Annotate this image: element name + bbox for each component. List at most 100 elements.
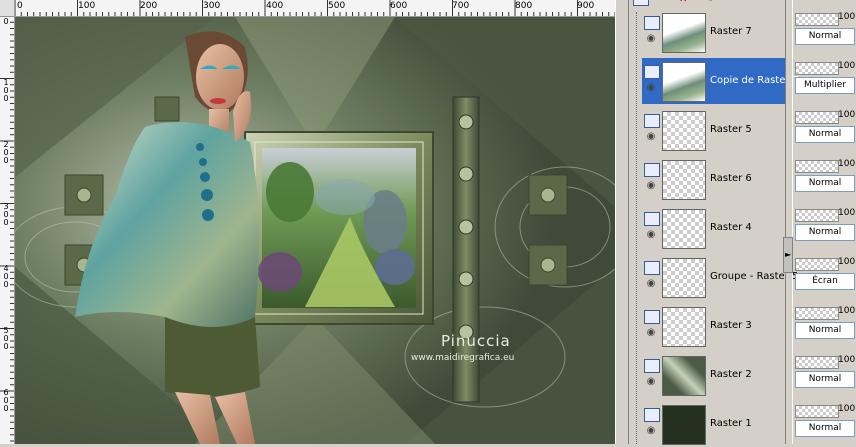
layer-row[interactable]: ◉ Raster 4 [642,205,786,251]
blend-mode-select[interactable]: Normal [795,420,855,437]
opacity-slider[interactable] [795,160,839,173]
layer-thumbnail [662,258,706,298]
layer-thumbnail [662,356,706,396]
ruler-label: 100 [3,78,9,103]
layer-thumbnail [662,62,706,102]
blend-mode-select[interactable]: Normal [795,126,855,143]
layer-type-icon [644,310,660,324]
layer-name: Raster 5 [710,124,752,135]
arrow-right-icon: ► [785,250,792,259]
ruler-label: 500 [3,326,9,351]
opacity-value: 100 [838,61,856,71]
layer-properties: 100 Écran [793,254,856,300]
ruler-label: 200 [3,140,9,165]
blend-mode-select[interactable]: Écran [795,273,855,290]
watermark-url: www.maidiregrafica.eu [411,353,515,363]
layer-row[interactable]: ◉ Raster 6 [642,156,786,202]
layer-type-icon [644,16,660,30]
layer-properties: 100 Normal [793,156,856,202]
eye-icon[interactable]: ◉ [644,83,658,93]
layer-name: Raster 3 [710,320,752,331]
blend-mode-select[interactable]: Normal [795,371,855,388]
delete-layer-icon[interactable]: ✕ [679,0,687,5]
vertical-ruler: 0 100 200 300 400 500 600 [0,16,15,444]
eye-icon[interactable]: ◉ [644,230,658,240]
opacity-value: 100 [838,110,856,120]
opacity-slider[interactable] [795,209,839,222]
opacity-slider[interactable] [795,258,839,271]
opacity-value: 100 [838,208,856,218]
ruler-label: 400 [3,264,9,289]
ruler-ticks [15,0,615,16]
artwork [15,17,615,444]
layer-row[interactable]: ◉ Raster 1 [642,401,786,447]
layer-tree-line [636,12,638,444]
layer-type-icon [644,163,660,177]
layer-row[interactable]: ◉ Copie de Raster 7 [642,58,799,104]
layer-type-icon [644,359,660,373]
layer-thumbnail [662,307,706,347]
layer-thumbnail [662,160,706,200]
ruler-label: 600 [3,388,9,413]
layer-type-icon [644,212,660,226]
opacity-value: 100 [838,257,856,267]
eye-icon[interactable]: ◉ [644,377,658,387]
blend-mode-select[interactable]: Normal [795,175,855,192]
layer-properties: 100 Normal [793,107,856,153]
image-canvas[interactable]: Pinuccia www.maidiregrafica.eu [15,17,615,444]
layer-properties: 100 Normal [793,303,856,349]
blend-mode-select[interactable]: Normal [795,224,855,241]
layer-row[interactable]: ◉ Raster 3 [642,303,786,349]
layer-properties: 100 Normal [793,352,856,398]
layer-properties: 100 Multiplier [793,58,856,104]
layer-type-icon [644,114,660,128]
opacity-slider[interactable] [795,307,839,320]
brush-icon[interactable]: ✎ [705,0,713,5]
splitter-handle[interactable]: ► [783,237,793,273]
layer-name: Raster 2 [710,369,752,380]
layer-row[interactable]: ◉ Groupe - Raster 5 [642,254,798,300]
layer-type-icon [644,65,660,79]
layer-name: Raster 1 [710,418,752,429]
opacity-slider[interactable] [795,111,839,124]
blend-mode-select[interactable]: Normal [795,322,855,339]
ruler-label: 0 [3,17,9,26]
eye-icon[interactable]: ◉ [644,279,658,289]
layer-thumbnail [662,209,706,249]
palette-splitter[interactable] [785,0,793,444]
layer-type-icon [644,408,660,422]
layer-properties: 100 Normal [793,205,856,251]
layer-thumbnail [662,13,706,53]
eye-icon[interactable]: ◉ [644,132,658,142]
layer-properties: 100 Normal [793,9,856,55]
layer-properties: 100 Normal [793,401,856,447]
watermark-title: Pinuccia [441,332,511,350]
blend-mode-select[interactable]: Normal [795,28,855,45]
opacity-slider[interactable] [795,405,839,418]
layer-row[interactable]: ◉ Raster 7 [642,9,786,55]
eye-icon[interactable]: ◉ [644,181,658,191]
opacity-slider[interactable] [795,13,839,26]
layer-name: Raster 6 [710,173,752,184]
layer-name: Raster 7 [710,26,752,37]
blend-mode-select[interactable]: Multiplier [795,77,855,94]
new-layer-icon[interactable] [633,0,649,6]
eye-icon[interactable]: ◉ [644,328,658,338]
opacity-slider[interactable] [795,62,839,75]
ruler-label: 300 [3,202,9,227]
opacity-slider[interactable] [795,356,839,369]
opacity-value: 100 [838,306,856,316]
opacity-value: 100 [838,355,856,365]
layer-type-icon [644,261,660,275]
horizontal-ruler: 0 100 200 300 400 500 600 700 800 900 [15,0,615,17]
layer-name: Raster 4 [710,222,752,233]
layer-thumbnail [662,111,706,151]
layer-thumbnail [662,405,706,445]
eye-icon[interactable]: ◉ [644,34,658,44]
opacity-value: 100 [838,159,856,169]
opacity-value: 100 [838,404,856,414]
eye-icon[interactable]: ◉ [644,426,658,436]
layer-row[interactable]: ◉ Raster 5 [642,107,786,153]
canvas-vertical-scrollbar[interactable] [615,0,628,444]
layer-row[interactable]: ◉ Raster 2 [642,352,786,398]
